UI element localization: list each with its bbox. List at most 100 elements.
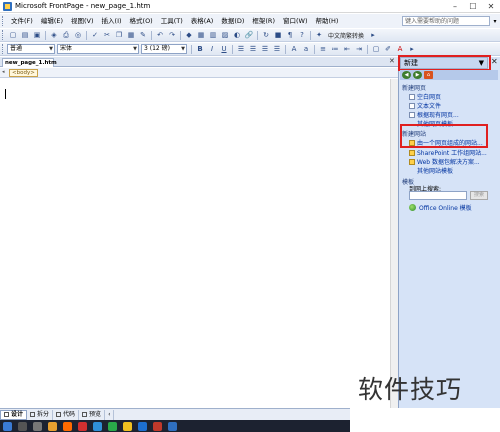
sharepoint-site-link[interactable]: SharePoint 工作组网站... xyxy=(409,148,487,157)
web-package-link[interactable]: Web 数据包解决方案... xyxy=(409,157,480,166)
menu-file[interactable]: 文件(F) xyxy=(7,14,37,28)
menu-help[interactable]: 帮助(H) xyxy=(311,14,342,28)
open-icon[interactable]: ▤ xyxy=(20,31,30,40)
show-all-icon[interactable]: ¶ xyxy=(285,31,295,40)
toolbar-grip[interactable] xyxy=(2,44,5,54)
refresh-icon[interactable]: ↻ xyxy=(261,31,271,40)
close-button[interactable]: ✕ xyxy=(482,0,500,13)
font-select[interactable]: 宋体 ▼ xyxy=(57,44,139,54)
blank-page-link[interactable]: 空白网页 xyxy=(409,92,441,101)
paste-icon[interactable]: ▦ xyxy=(126,31,136,40)
menu-window[interactable]: 窗口(W) xyxy=(279,14,312,28)
tabs-scroll-left-icon[interactable]: ‹ xyxy=(105,409,115,420)
spelling-icon[interactable]: ✓ xyxy=(90,31,100,40)
menu-format[interactable]: 格式(O) xyxy=(126,14,157,28)
body-tag-button[interactable]: <body> xyxy=(9,69,38,77)
tab-design[interactable]: 设计 xyxy=(0,409,28,420)
menu-view[interactable]: 视图(V) xyxy=(67,14,98,28)
help-dropdown-icon[interactable]: ▾ xyxy=(490,18,500,25)
new-page-icon[interactable]: ▢ xyxy=(8,31,18,40)
design-editor-area[interactable] xyxy=(0,79,396,408)
app-icon-powerpoint[interactable] xyxy=(153,421,162,431)
bullets-icon[interactable]: ≔ xyxy=(330,45,340,54)
decrease-indent-icon[interactable]: ⇤ xyxy=(342,45,352,54)
align-left-icon[interactable]: ☰ xyxy=(236,45,246,54)
align-right-icon[interactable]: ☰ xyxy=(260,45,270,54)
app-icon-green[interactable] xyxy=(108,421,117,431)
task-pane-close-icon[interactable]: ✕ xyxy=(491,57,498,66)
drawing-icon[interactable]: ◐ xyxy=(232,31,242,40)
cut-icon[interactable]: ✂ xyxy=(102,31,112,40)
decrease-font-icon[interactable]: a xyxy=(301,45,311,54)
numbering-icon[interactable]: ≡ xyxy=(318,45,328,54)
hyperlink-icon[interactable]: 🔗 xyxy=(244,31,254,40)
italic-button[interactable]: I xyxy=(207,45,217,54)
tab-code[interactable]: 代码 xyxy=(53,409,80,420)
back-icon[interactable]: ◀ xyxy=(402,71,411,79)
toolbar-options-icon[interactable]: ▸ xyxy=(407,45,417,54)
menu-grip[interactable] xyxy=(2,16,5,26)
insert-layer-icon[interactable]: ▥ xyxy=(208,31,218,40)
help-icon[interactable]: ? xyxy=(297,31,307,40)
text-file-link[interactable]: 文本文件 xyxy=(409,101,441,110)
format-painter-icon[interactable]: ✎ xyxy=(138,31,148,40)
save-icon[interactable]: ▣ xyxy=(32,31,42,40)
document-tab[interactable]: new_page_1.htm xyxy=(2,58,57,67)
frontpage-taskbar-icon[interactable] xyxy=(168,421,177,431)
vertical-scrollbar[interactable] xyxy=(390,79,398,408)
menu-edit[interactable]: 编辑(E) xyxy=(37,14,67,28)
file-explorer-icon[interactable] xyxy=(48,421,57,431)
app-icon-blue[interactable] xyxy=(93,421,102,431)
app-icon-yellow[interactable] xyxy=(123,421,132,431)
justify-icon[interactable]: ☰ xyxy=(272,45,282,54)
menu-table[interactable]: 表格(A) xyxy=(187,14,218,28)
maximize-button[interactable]: ☐ xyxy=(464,0,482,13)
menu-data[interactable]: 数据(D) xyxy=(217,14,248,28)
template-search-input[interactable] xyxy=(409,191,467,200)
undo-icon[interactable]: ↶ xyxy=(155,31,165,40)
print-icon[interactable]: ⎙ xyxy=(61,31,71,40)
forward-icon[interactable]: ▶ xyxy=(413,71,422,79)
bold-button[interactable]: B xyxy=(195,45,205,54)
minimize-button[interactable]: – xyxy=(446,0,464,13)
align-center-icon[interactable]: ☰ xyxy=(248,45,258,54)
redo-icon[interactable]: ↷ xyxy=(167,31,177,40)
font-size-select[interactable]: 3 (12 磅) ▼ xyxy=(141,44,187,54)
tag-selector-arrow-icon[interactable]: ◂ xyxy=(2,69,5,75)
increase-font-icon[interactable]: A xyxy=(289,45,299,54)
font-color-icon[interactable]: A xyxy=(395,45,405,54)
copy-icon[interactable]: ❐ xyxy=(114,31,124,40)
start-icon[interactable] xyxy=(3,421,12,431)
search-icon[interactable] xyxy=(18,421,27,431)
home-icon[interactable]: ⌂ xyxy=(424,71,433,79)
toolbar-grip[interactable] xyxy=(2,30,5,40)
underline-button[interactable]: U xyxy=(219,45,229,54)
more-site-templates-link[interactable]: 其他网站模板 xyxy=(417,166,453,175)
insert-table-icon[interactable]: ▦ xyxy=(196,31,206,40)
from-existing-page-link[interactable]: 根据现有网页... xyxy=(409,110,459,119)
increase-indent-icon[interactable]: ⇥ xyxy=(354,45,364,54)
chinese-conversion-button[interactable]: 中文简繁转换 xyxy=(325,31,367,40)
language-icon[interactable]: ✦ xyxy=(314,31,324,40)
tab-preview[interactable]: 预览 xyxy=(79,409,106,420)
app-icon-red[interactable] xyxy=(78,421,87,431)
highlight-icon[interactable]: ✐ xyxy=(383,45,393,54)
template-search-button[interactable]: 搜索 xyxy=(470,191,488,200)
toolbar-options-icon[interactable]: ▸ xyxy=(368,31,378,40)
insert-picture-icon[interactable]: ▨ xyxy=(220,31,230,40)
app-icon-word[interactable] xyxy=(138,421,147,431)
menu-insert[interactable]: 插入(I) xyxy=(98,14,126,28)
menu-tools[interactable]: 工具(T) xyxy=(157,14,187,28)
web-component-icon[interactable]: ◆ xyxy=(184,31,194,40)
tab-split[interactable]: 拆分 xyxy=(27,409,54,420)
stop-icon[interactable]: ■ xyxy=(273,31,283,40)
style-select[interactable]: 普通 ▼ xyxy=(7,44,55,54)
help-search-input[interactable]: 键入需要帮助的问题 xyxy=(402,16,490,26)
borders-icon[interactable]: ▢ xyxy=(371,45,381,54)
menu-frames[interactable]: 框架(R) xyxy=(248,14,279,28)
task-view-icon[interactable] xyxy=(33,421,42,431)
preview-icon[interactable]: ◎ xyxy=(73,31,83,40)
close-document-icon[interactable]: ✕ xyxy=(389,57,395,65)
publish-icon[interactable]: ◈ xyxy=(49,31,59,40)
browser-icon[interactable] xyxy=(63,421,72,431)
